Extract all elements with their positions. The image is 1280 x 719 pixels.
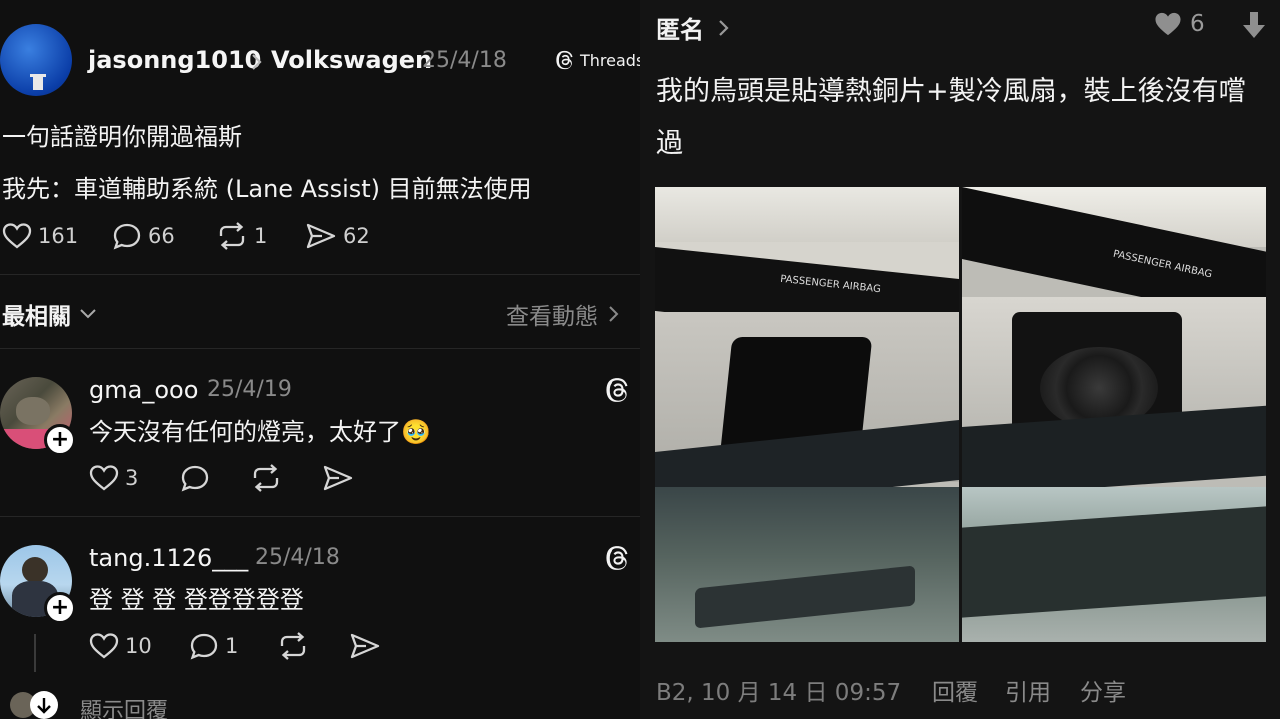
like-count: 161: [38, 224, 79, 248]
heart-icon: [89, 465, 119, 491]
post-date: 25/4/18: [422, 48, 507, 73]
reply-text: 登 登 登 登登登登登: [89, 586, 304, 614]
sort-label: 最相關: [2, 304, 71, 330]
author-row[interactable]: 匿名: [656, 10, 730, 45]
quote-button[interactable]: 引用: [1005, 673, 1051, 707]
threads-panel: jasonng1010 Volkswagen 25/4/18 Threads 一…: [0, 0, 640, 719]
share-icon: [350, 633, 380, 659]
reply-button[interactable]: 回覆: [932, 673, 978, 707]
comment-icon: [113, 223, 141, 250]
post-topic[interactable]: Volkswagen: [271, 46, 432, 74]
post-line1: 一句話證明你開過福斯: [2, 123, 242, 151]
like-count: 10: [125, 634, 152, 658]
comment-button[interactable]: [180, 464, 210, 492]
post-username[interactable]: jasonng1010: [88, 46, 261, 74]
show-replies-link[interactable]: 顯示回覆: [80, 693, 168, 719]
repost-button[interactable]: [250, 464, 282, 492]
author-name: 匿名: [656, 16, 704, 44]
follow-button[interactable]: +: [44, 424, 76, 456]
share-button[interactable]: 分享: [1080, 673, 1126, 707]
heart-icon: [89, 633, 119, 659]
share-button[interactable]: [322, 464, 354, 492]
repost-button[interactable]: [277, 632, 309, 660]
post-line2: 我先：車道輔助系統 (Lane Assist) 目前無法使用: [2, 175, 532, 203]
like-count: 3: [125, 466, 139, 490]
forum-panel: 匿名 6 我的鳥頭是貼導熱銅片+製冷風扇，裝上後沒有嚐過 PASSENGER A…: [640, 0, 1280, 719]
repost-icon: [280, 632, 306, 660]
comment-button[interactable]: 66: [112, 222, 175, 250]
view-activity-link[interactable]: 查看動態: [506, 297, 620, 331]
chevron-down-icon: [80, 309, 96, 319]
forum-like-count: 6: [1190, 11, 1205, 37]
reply-date: 25/4/19: [207, 377, 292, 402]
repost-icon: [219, 222, 245, 250]
forum-post-text: 我的鳥頭是貼導熱銅片+製冷風扇，裝上後沒有嚐過: [656, 76, 1246, 159]
comment-icon: [181, 465, 209, 492]
comment-count: 1: [225, 634, 239, 658]
car-photo[interactable]: PASSENGER AIRBAG: [962, 187, 1266, 642]
arrow-down-icon[interactable]: [30, 691, 58, 719]
comment-icon: [190, 633, 218, 660]
reply-username[interactable]: gma_ooo: [89, 376, 198, 404]
thread-line: [34, 634, 36, 672]
reply-username[interactable]: tang.1126___: [89, 544, 248, 572]
downvote-icon[interactable]: [1241, 10, 1267, 40]
share-icon: [306, 223, 336, 249]
share-count: 62: [343, 224, 370, 248]
reply-date: 25/4/18: [255, 545, 340, 570]
repost-count: 1: [254, 224, 268, 248]
heart-icon: [2, 223, 32, 249]
threads-logo-icon[interactable]: [606, 545, 632, 571]
heart-icon: [1155, 12, 1181, 36]
chevron-right-icon: [250, 52, 264, 72]
divider: [0, 516, 640, 517]
share-button[interactable]: [349, 632, 381, 660]
forum-like-button[interactable]: 6: [1154, 11, 1205, 37]
like-button[interactable]: 10: [89, 632, 152, 660]
repost-button[interactable]: 1: [216, 222, 267, 250]
chevron-right-icon: [609, 306, 619, 322]
divider: [0, 348, 640, 349]
share-button[interactable]: 62: [305, 222, 370, 250]
like-button[interactable]: 3: [89, 464, 138, 492]
avatar[interactable]: [0, 24, 72, 96]
repost-icon: [253, 464, 279, 492]
threads-label: Threads: [580, 50, 640, 70]
sort-dropdown[interactable]: 最相關: [2, 297, 97, 331]
share-icon: [323, 465, 353, 491]
divider: [0, 274, 640, 275]
follow-button[interactable]: +: [44, 592, 76, 624]
view-activity-label: 查看動態: [506, 304, 598, 330]
reply-text: 今天沒有任何的燈亮，太好了🥹: [89, 418, 431, 446]
chevron-right-icon: [719, 19, 729, 36]
post-meta: B2, 10 月 14 日 09:57: [656, 680, 902, 706]
comment-count: 66: [148, 224, 175, 248]
car-photo[interactable]: PASSENGER AIRBAG: [655, 187, 959, 642]
like-button[interactable]: 161: [2, 222, 78, 250]
threads-logo-icon: [556, 50, 573, 70]
comment-button[interactable]: 1: [189, 632, 238, 660]
threads-badge[interactable]: Threads: [556, 50, 640, 70]
threads-logo-icon[interactable]: [606, 377, 632, 403]
